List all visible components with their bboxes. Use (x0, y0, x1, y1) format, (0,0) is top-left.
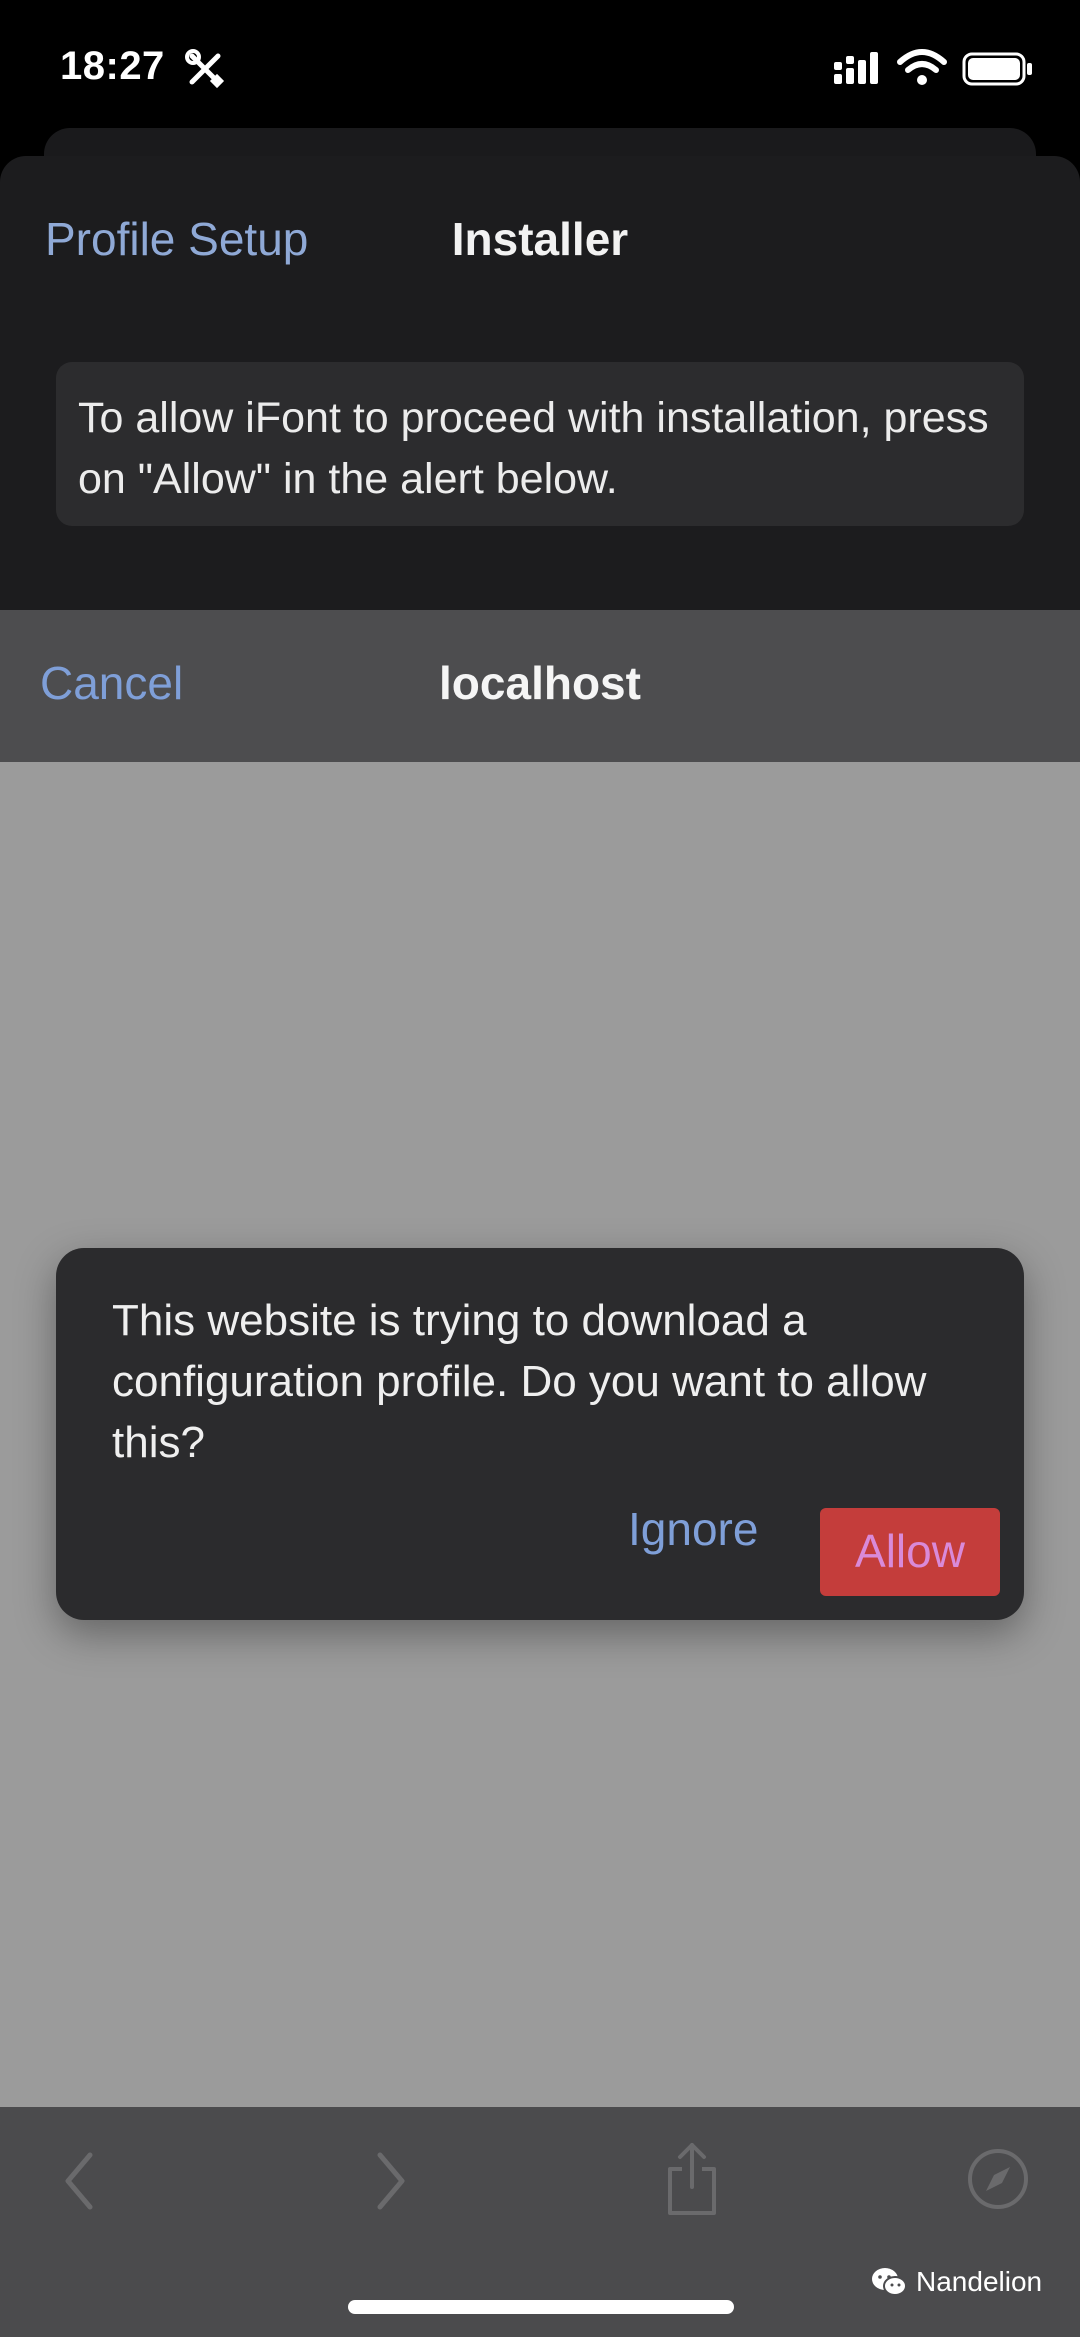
host-title: localhost (439, 657, 641, 709)
installer-title: Installer (451, 213, 629, 265)
installer-sheet: Profile Setup Installer To allow iFont t… (0, 156, 1080, 610)
share-icon[interactable] (664, 2141, 720, 2217)
forward-icon[interactable] (370, 2149, 410, 2213)
home-indicator[interactable] (348, 2300, 734, 2314)
compass-icon[interactable] (966, 2147, 1030, 2211)
watermark-text: Nandelion (916, 2266, 1043, 2297)
back-icon[interactable] (60, 2149, 100, 2213)
tools-icon (185, 49, 225, 89)
watermark: Nandelion (870, 2266, 1042, 2298)
allow-button[interactable]: Allow (820, 1508, 1000, 1596)
browser-header: Cancel localhost (0, 610, 1080, 762)
wifi-icon (897, 49, 947, 85)
wechat-icon (872, 2268, 907, 2296)
battery-icon (962, 52, 1032, 86)
alert-message: This website is trying to download a con… (112, 1296, 927, 1467)
signal-icon (834, 52, 878, 84)
status-bar: 18:27 (0, 0, 1080, 140)
ignore-button[interactable]: Ignore (628, 1502, 758, 1556)
download-profile-alert: This website is trying to download a con… (56, 1248, 1024, 1620)
info-box: To allow iFont to proceed with installat… (56, 362, 1024, 526)
status-time: 18:27 (60, 44, 165, 88)
info-text: To allow iFont to proceed with installat… (78, 394, 989, 503)
